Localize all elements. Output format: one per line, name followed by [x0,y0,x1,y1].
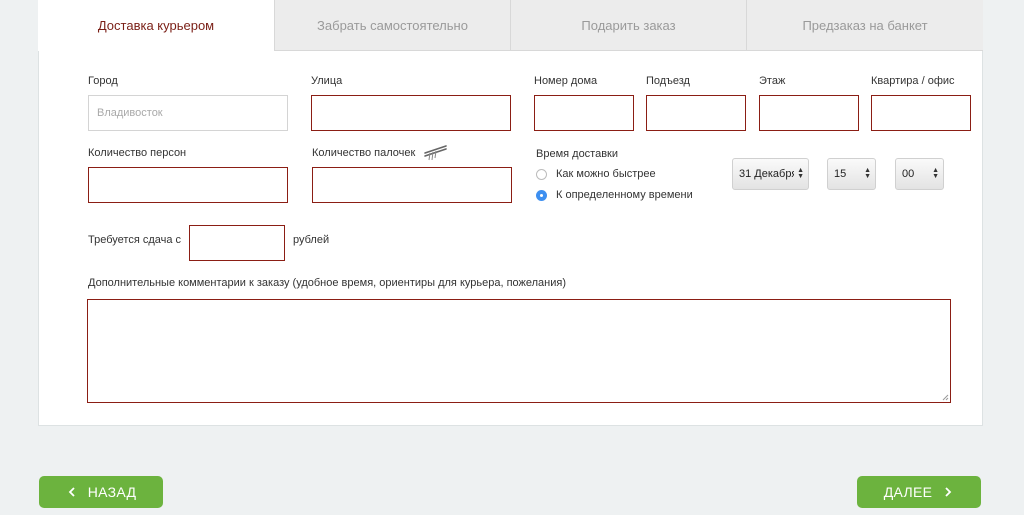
city-placeholder: Владивосток [97,107,163,119]
back-button-label: НАЗАД [87,484,137,500]
floor-label: Этаж [759,75,786,87]
select-arrows-icon: ▲ ▼ [797,167,804,180]
asap-label: Как можно быстрее [556,168,656,180]
date-select[interactable]: 31 Декабря ▲ ▼ [732,158,809,190]
comments-textarea[interactable] [87,299,951,403]
house-label: Номер дома [534,75,598,87]
delivery-time-label: Время доставки [536,148,619,160]
hour-select[interactable]: 15 ▲ ▼ [827,158,876,190]
date-value: 31 Декабря [739,168,794,180]
scheduled-radio[interactable] [536,190,547,201]
entrance-label: Подъезд [646,75,690,87]
change-label: Требуется сдача с [88,234,182,246]
street-field[interactable] [311,95,511,131]
change-field[interactable] [189,225,285,261]
chopsticks-label: Количество палочек [312,147,416,159]
apartment-label: Квартира / офис [871,75,955,87]
minute-select[interactable]: 00 ▲ ▼ [895,158,944,190]
delivery-tabs: Доставка курьером Забрать самостоятельно… [38,0,983,51]
comments-label: Дополнительные комментарии к заказу (удо… [88,277,567,289]
next-button-label: ДАЛЕЕ [883,484,933,500]
select-arrows-icon: ▲ ▼ [864,167,871,180]
asap-radio[interactable] [536,169,547,180]
persons-field[interactable] [88,167,288,203]
next-button[interactable]: ДАЛЕЕ [857,476,981,508]
chopsticks-icon [424,145,447,161]
change-unit: рублей [293,234,330,246]
scheduled-label: К определенному времени [556,189,693,201]
tab-courier-delivery[interactable]: Доставка курьером [38,0,274,51]
apartment-field[interactable] [871,95,971,131]
chopsticks-field[interactable] [312,167,512,203]
chevron-right-icon [945,487,952,497]
floor-field[interactable] [759,95,859,131]
city-label: Город [88,75,118,87]
hour-value: 15 [834,168,847,180]
select-arrows-icon: ▲ ▼ [932,167,939,180]
back-button[interactable]: НАЗАД [39,476,163,508]
city-field[interactable]: Владивосток [88,95,288,131]
tab-gift-order[interactable]: Подарить заказ [510,0,746,51]
entrance-field[interactable] [646,95,746,131]
resize-grip-icon[interactable] [942,394,949,401]
street-label: Улица [311,75,343,87]
chevron-left-icon [68,487,75,497]
tab-banquet-preorder[interactable]: Предзаказ на банкет [746,0,983,51]
house-field[interactable] [534,95,634,131]
minute-value: 00 [902,168,915,180]
persons-label: Количество персон [88,147,187,159]
tab-self-pickup[interactable]: Забрать самостоятельно [274,0,510,51]
